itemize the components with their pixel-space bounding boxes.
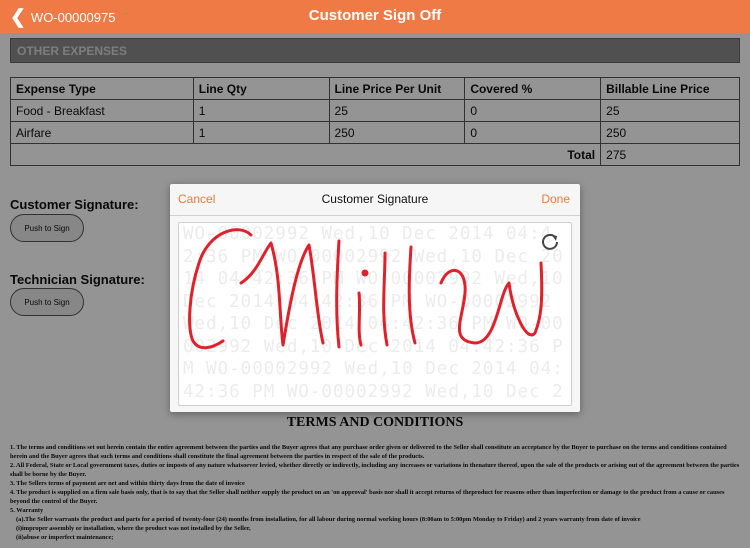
signature-modal: Cancel Customer Signature Done WO-000029…: [170, 184, 580, 412]
modal-title: Customer Signature: [321, 192, 429, 206]
signature-pad[interactable]: WO-00002992 Wed,10 Dec 2014 04:42:36 PM …: [178, 222, 572, 406]
signature-ink: [188, 228, 544, 350]
refresh-icon[interactable]: [539, 231, 561, 253]
done-button[interactable]: Done: [541, 192, 570, 206]
modal-header: Cancel Customer Signature Done: [170, 184, 580, 216]
page-title: Customer Sign Off: [308, 7, 442, 24]
nav-bar: ❮ WO-00000975 Customer Sign Off: [0, 0, 750, 33]
